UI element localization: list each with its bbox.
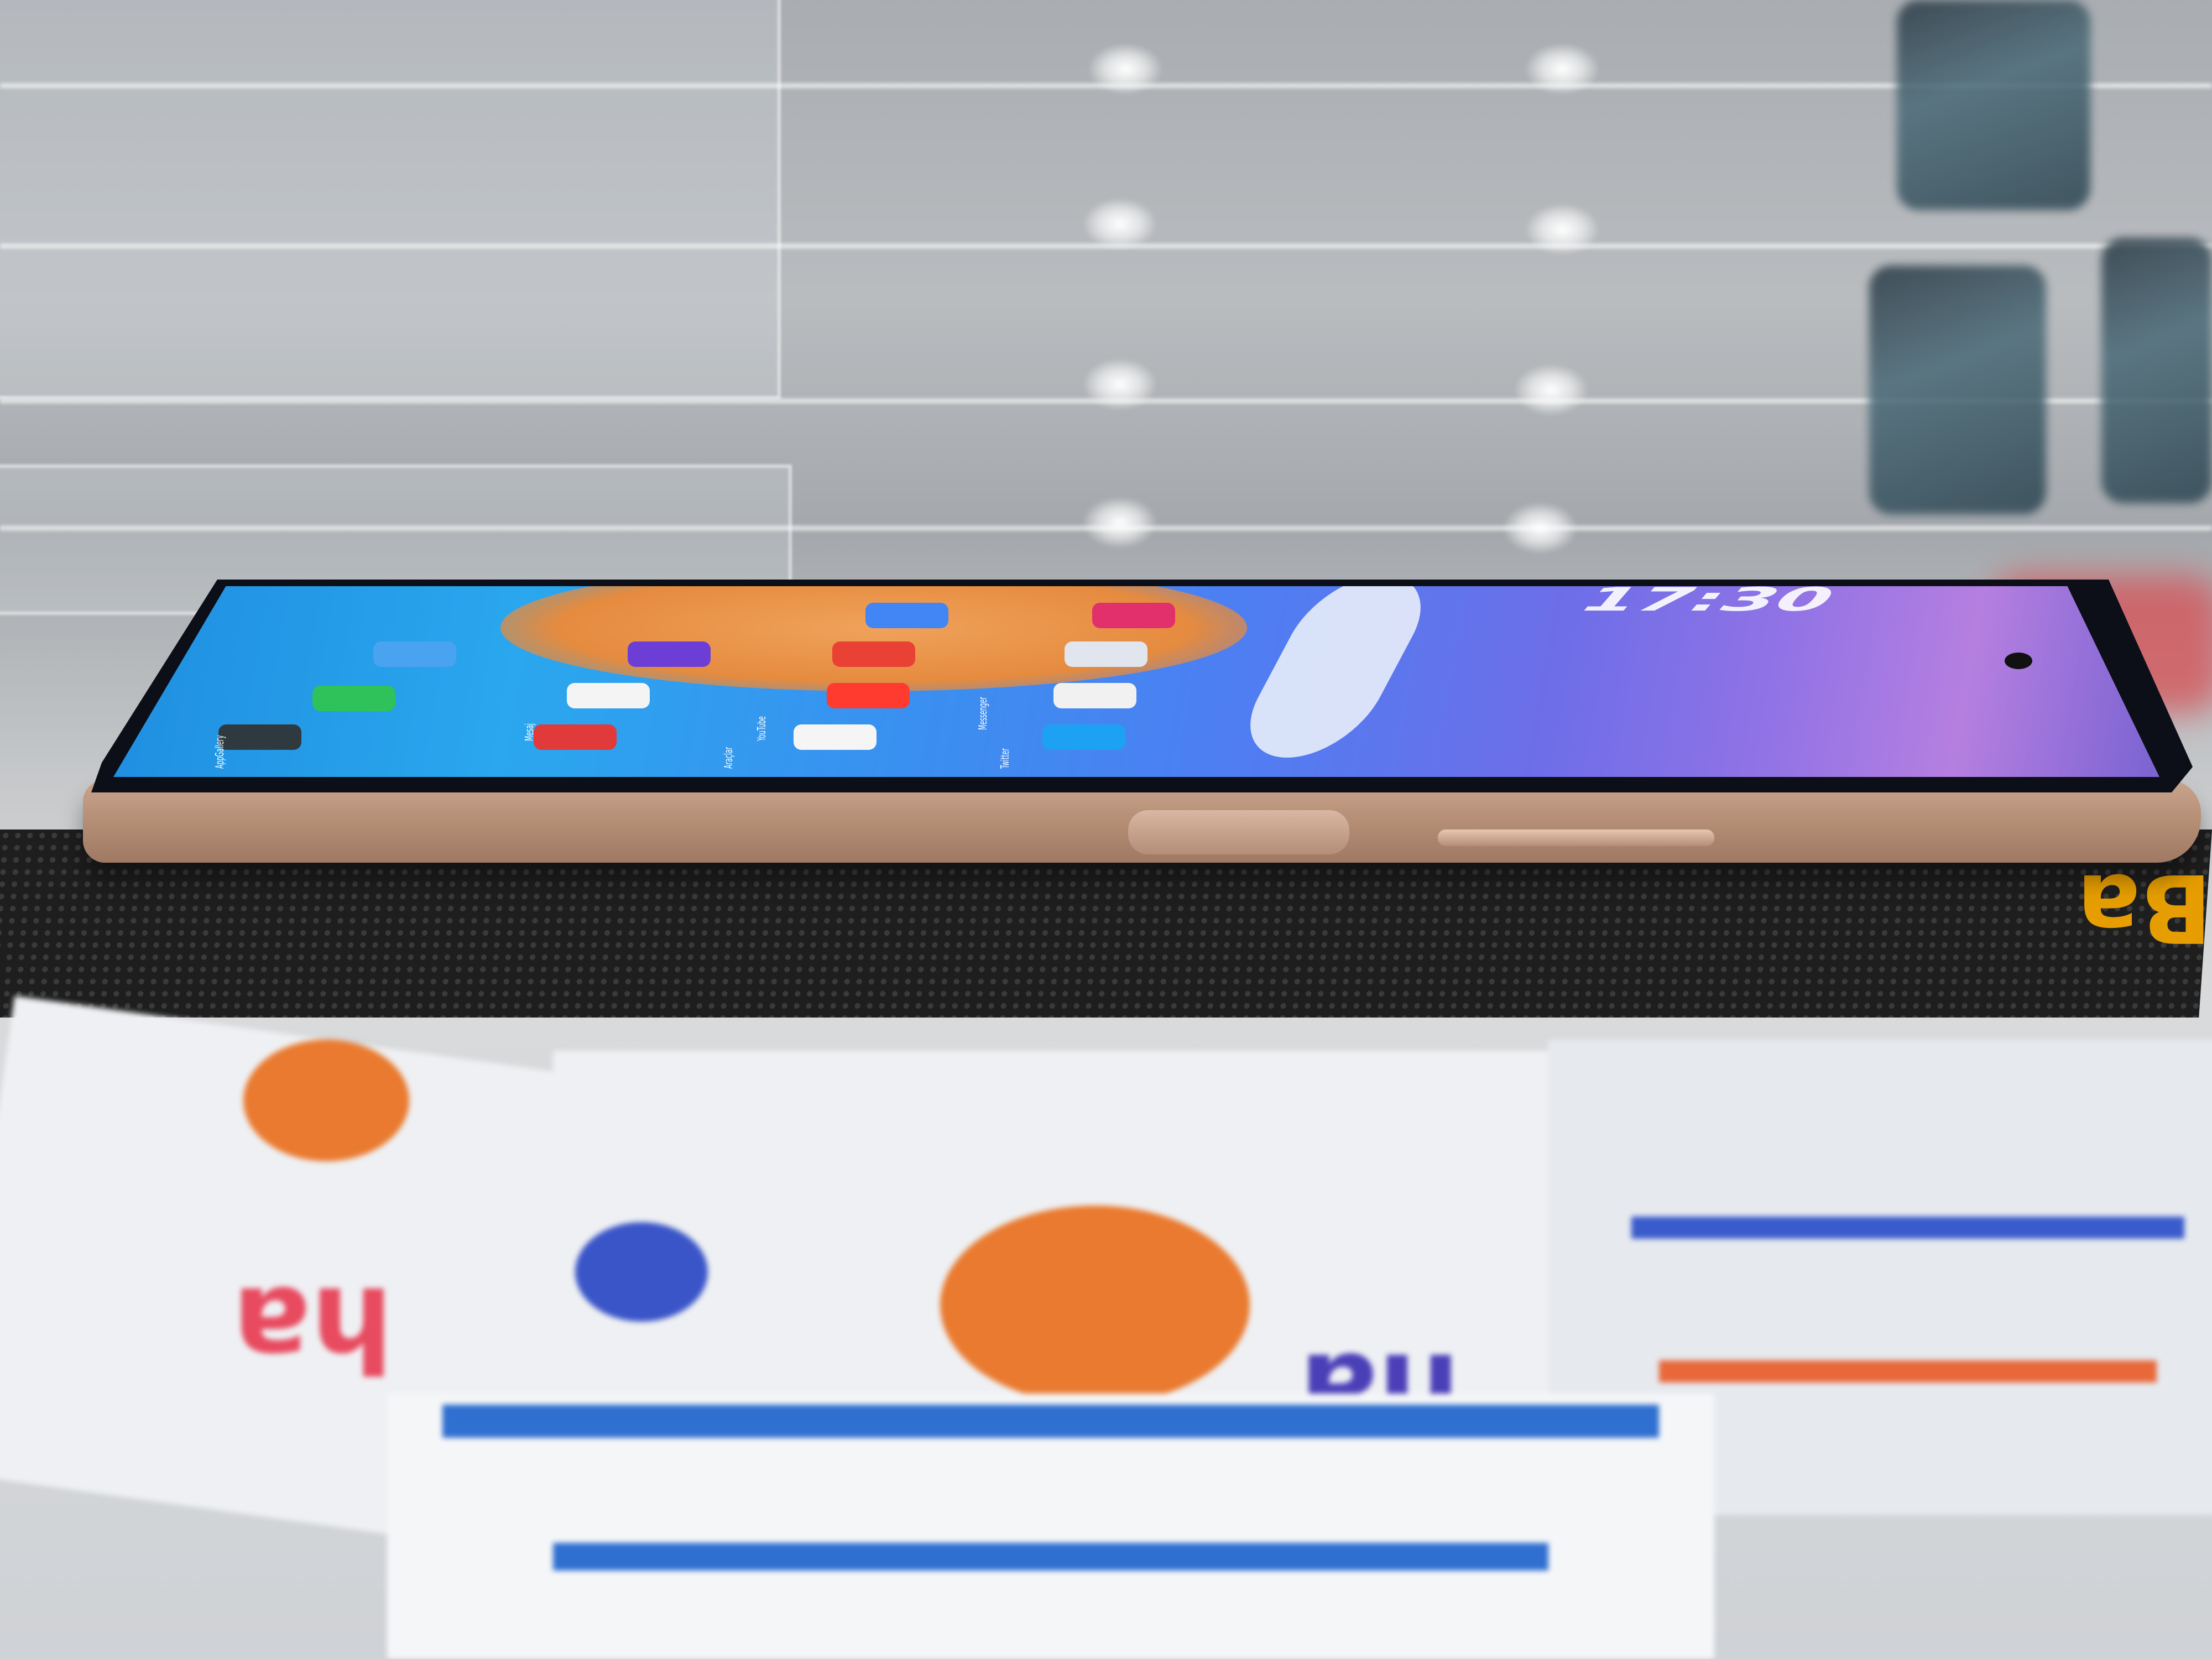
mat-logo: Ba xyxy=(2077,853,2212,962)
photo-scene: Ba 17:30 AppGallery Mesaj YouTube Araçla… xyxy=(0,0,2212,1659)
phone-screen: 17:30 AppGallery Mesaj YouTube Araçlar T… xyxy=(113,586,2159,777)
ceiling-spot-light xyxy=(1084,498,1156,547)
leaflet-stripe xyxy=(1631,1217,2184,1239)
power-button xyxy=(1128,810,1349,854)
leaflets-area: ha ha xyxy=(0,995,2212,1659)
app-icon[interactable] xyxy=(312,686,395,711)
ceiling-spot-light xyxy=(1526,205,1598,254)
app-icon[interactable] xyxy=(1042,724,1125,750)
orange-badge xyxy=(243,1040,409,1161)
ceiling-spot-light xyxy=(1504,503,1576,553)
app-icon[interactable] xyxy=(567,683,650,708)
search-widget[interactable] xyxy=(1226,586,1445,758)
ceiling-spot-light xyxy=(1089,44,1161,94)
app-icon[interactable] xyxy=(832,641,915,667)
app-icon[interactable] xyxy=(865,603,948,628)
price-table-header xyxy=(553,1543,1548,1571)
acrylic-display-top xyxy=(0,0,781,399)
brand-text-left: ha xyxy=(232,1261,394,1396)
app-icon[interactable] xyxy=(373,641,456,667)
clock-text: 17:30 xyxy=(1568,586,1848,619)
app-icon[interactable] xyxy=(1053,683,1136,708)
app-label: Mesaj xyxy=(523,723,536,741)
app-label: Araçlar xyxy=(722,747,735,769)
blue-badge xyxy=(575,1222,708,1322)
hanging-cable-package xyxy=(1869,265,2046,514)
ceiling-spot-light xyxy=(1084,199,1156,249)
app-icon[interactable] xyxy=(794,724,877,750)
app-label: AppGallery xyxy=(213,735,226,769)
ceiling-spot-light xyxy=(1526,44,1598,94)
app-label: Messenger xyxy=(976,697,989,730)
leaflet-stripe xyxy=(1659,1360,2157,1383)
app-icon[interactable] xyxy=(827,683,910,708)
orange-badge xyxy=(940,1206,1250,1405)
ceiling-spot-light xyxy=(1084,359,1156,409)
wallpaper-orange-shape xyxy=(500,586,1247,691)
app-icon[interactable] xyxy=(218,724,301,750)
app-icon[interactable] xyxy=(534,724,617,750)
app-label: YouTube xyxy=(755,716,768,741)
hanging-cable-package xyxy=(2101,238,2212,503)
hanging-cable-package xyxy=(1897,0,2090,210)
app-icon[interactable] xyxy=(628,641,711,667)
app-label: Twitter xyxy=(998,748,1011,769)
ceiling-spot-light xyxy=(1515,365,1587,415)
app-icon[interactable] xyxy=(1092,603,1175,628)
volume-button xyxy=(1438,830,1714,846)
app-icon[interactable] xyxy=(1065,641,1147,667)
front-camera-icon xyxy=(2005,653,2032,669)
price-table-header xyxy=(442,1405,1659,1438)
